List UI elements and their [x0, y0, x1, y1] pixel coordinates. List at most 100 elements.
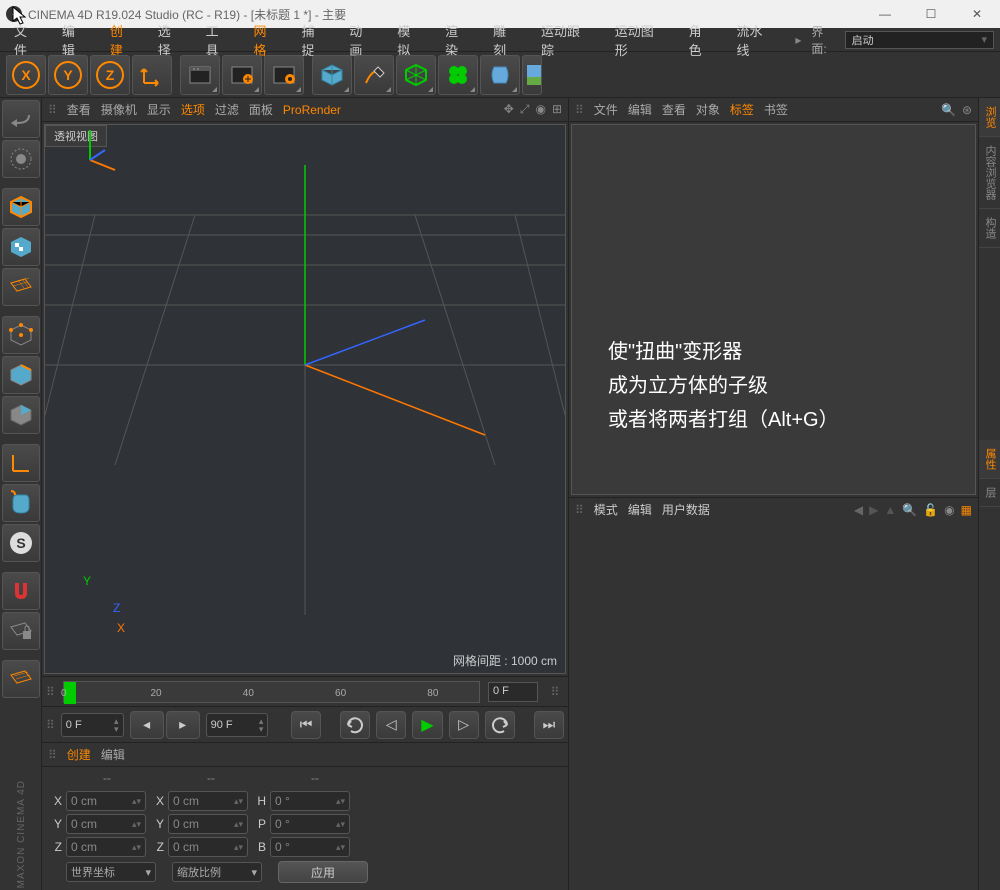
coord-field[interactable]: 0 cm▴▾ [168, 837, 248, 857]
undo-button[interactable] [2, 100, 40, 138]
render-view-button[interactable] [180, 55, 220, 95]
attr-menu-item[interactable]: 用户数据 [662, 501, 710, 518]
deformer-button[interactable] [480, 55, 520, 95]
perspective-viewport[interactable]: 透视视图 [44, 124, 566, 674]
target-icon[interactable]: ◉ [944, 503, 954, 517]
timeline-ruler[interactable]: 020406080 [63, 681, 480, 703]
search2-icon[interactable]: 🔍 [902, 503, 917, 517]
viewport-menu-item[interactable]: ProRender [283, 103, 341, 117]
viewport-menu-item[interactable]: 面板 [249, 101, 273, 118]
range-end-button[interactable]: ▸ [166, 711, 200, 739]
render-region-button[interactable] [222, 55, 262, 95]
object-manager-panel[interactable]: 使"扭曲"变形器成为立方体的子级或者将两者打组（Alt+G） [571, 124, 976, 495]
objmgr-menu-item[interactable]: 查看 [662, 101, 686, 118]
objmgr-menu-item[interactable]: 编辑 [628, 101, 652, 118]
viewport-menu-item[interactable]: 显示 [147, 101, 171, 118]
close-button[interactable]: ✕ [954, 0, 1000, 28]
nav-fwd-icon[interactable]: ▶ [869, 503, 878, 517]
environment-button[interactable] [522, 55, 542, 95]
goto-end-button[interactable]: ⏭ [534, 711, 564, 739]
objmgr-menu-item[interactable]: 标签 [730, 101, 754, 118]
vp-move-icon[interactable]: ✥ [504, 102, 514, 117]
live-select-button[interactable] [2, 140, 40, 178]
lock-icon[interactable]: 🔓 [923, 503, 938, 517]
coord-field[interactable]: 0 cm▴▾ [168, 791, 248, 811]
snap-button[interactable]: S [2, 524, 40, 562]
coord-field[interactable]: 0 °▴▾ [270, 814, 350, 834]
scale-mode-select[interactable]: 缩放比例▾ [172, 862, 262, 882]
vp-zoom-icon[interactable]: ⤢ [520, 102, 530, 117]
viewport-menu-item[interactable]: 摄像机 [101, 101, 137, 118]
magnet-button[interactable] [2, 572, 40, 610]
vp-rotate-icon[interactable]: ◉ [535, 102, 545, 117]
viewport-menu-item[interactable]: 查看 [67, 101, 91, 118]
start-frame-field[interactable]: 0 F▴▾ [61, 713, 124, 737]
rtab-struct[interactable]: 构造 [979, 209, 1000, 248]
maximize-button[interactable]: ☐ [908, 0, 954, 28]
current-frame-field[interactable]: 0 F [488, 682, 538, 702]
minimize-button[interactable]: — [862, 0, 908, 28]
viewport-menu-item[interactable]: 过滤 [215, 101, 239, 118]
step-forward-button[interactable]: ▷ [449, 711, 479, 739]
polygon-mode-button[interactable] [2, 396, 40, 434]
coord-field[interactable]: 0 cm▴▾ [168, 814, 248, 834]
cube-primitive-button[interactable] [312, 55, 352, 95]
x-axis-button[interactable]: X [6, 55, 46, 95]
menu-item[interactable]: 运动图形 [607, 19, 675, 61]
menu-item[interactable]: 角色 [681, 19, 723, 61]
coord-field[interactable]: 0 °▴▾ [270, 791, 350, 811]
goto-start-button[interactable]: ⏮ [291, 711, 321, 739]
svg-text:Y: Y [63, 67, 73, 83]
step-back-button[interactable]: ◁ [376, 711, 406, 739]
objmgr-menu-item[interactable]: 文件 [594, 101, 618, 118]
generator-button[interactable] [396, 55, 436, 95]
rtab-layer[interactable]: 层 [979, 479, 1000, 507]
coord-mode-select[interactable]: 世界坐标▾ [66, 862, 156, 882]
edge-mode-button[interactable] [2, 356, 40, 394]
spline-pen-button[interactable] [354, 55, 394, 95]
layout-selector[interactable]: 启动 ▾ [845, 31, 994, 49]
attr-menu-item[interactable]: 模式 [594, 501, 618, 518]
rewind-loop-button[interactable] [340, 711, 370, 739]
search-icon[interactable]: 🔍 [941, 103, 956, 117]
coord-field[interactable]: 0 cm▴▾ [66, 837, 146, 857]
nav-back-icon[interactable]: ◀ [854, 503, 863, 517]
eye-icon[interactable]: ⊛ [962, 103, 972, 117]
coord-field[interactable]: 0 cm▴▾ [66, 814, 146, 834]
attribute-panel[interactable] [569, 521, 978, 890]
coord-system-button[interactable] [132, 55, 172, 95]
workplane-mode-button[interactable] [2, 660, 40, 698]
vp-layout-icon[interactable]: ⊞ [552, 102, 562, 117]
mouse-mode-button[interactable] [2, 484, 40, 522]
attr-menu-item[interactable]: 编辑 [628, 501, 652, 518]
material-menu-item[interactable]: 创建 [67, 746, 91, 763]
coord-field[interactable]: 0 °▴▾ [270, 837, 350, 857]
forward-loop-button[interactable] [485, 711, 515, 739]
rtab-browse[interactable]: 浏览 [979, 98, 1000, 137]
objmgr-menu-item[interactable]: 对象 [696, 101, 720, 118]
range-start-button[interactable]: ◂ [130, 711, 164, 739]
lock-workplane-button[interactable] [2, 612, 40, 650]
new-icon[interactable]: ▦ [961, 503, 972, 517]
point-mode-button[interactable] [2, 316, 40, 354]
workplane-button[interactable] [2, 268, 40, 306]
viewport-grid [45, 125, 565, 615]
material-menu-item[interactable]: 编辑 [101, 746, 125, 763]
menu-item[interactable]: 流水线 [728, 19, 783, 61]
play-button[interactable]: ▶ [412, 711, 442, 739]
model-mode-button[interactable] [2, 188, 40, 226]
coord-field[interactable]: 0 cm▴▾ [66, 791, 146, 811]
y-axis-button[interactable]: Y [48, 55, 88, 95]
axis-button[interactable] [2, 444, 40, 482]
rtab-content[interactable]: 内容浏览器 [979, 137, 1000, 209]
mograph-button[interactable] [438, 55, 478, 95]
nav-up-icon[interactable]: ▲ [884, 503, 896, 517]
end-frame-field[interactable]: 90 F▴▾ [206, 713, 269, 737]
texture-mode-button[interactable] [2, 228, 40, 266]
apply-button[interactable]: 应用 [278, 861, 368, 883]
z-axis-button[interactable]: Z [90, 55, 130, 95]
objmgr-menu-item[interactable]: 书签 [764, 101, 788, 118]
render-settings-button[interactable] [264, 55, 304, 95]
viewport-menu-item[interactable]: 选项 [181, 101, 205, 118]
rtab-attr[interactable]: 属性 [979, 440, 1000, 479]
